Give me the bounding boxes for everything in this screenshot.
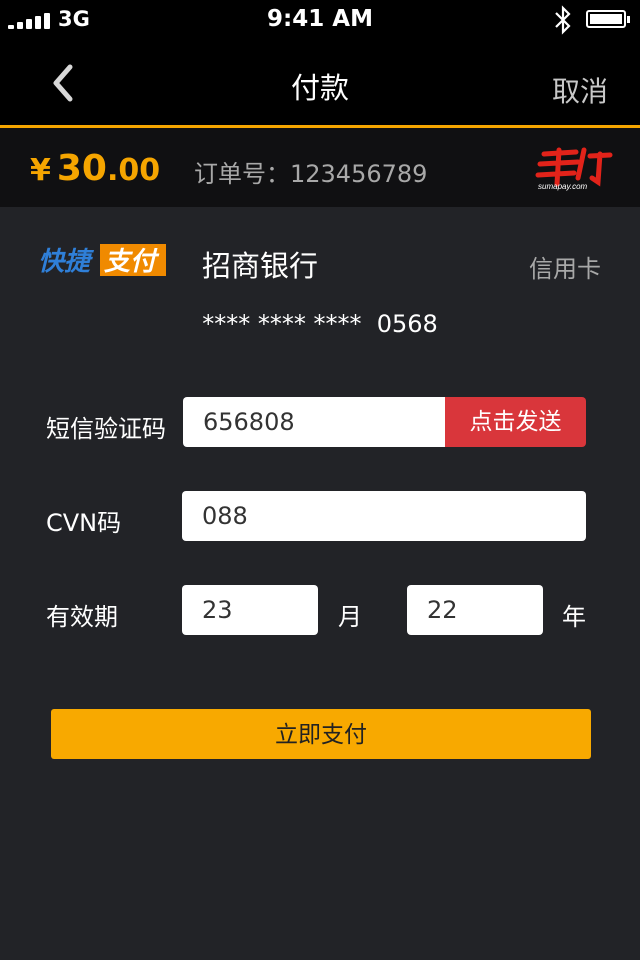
pay-now-button[interactable]: 立即支付 [51, 709, 591, 759]
svg-text:快捷: 快捷 [38, 247, 95, 276]
cvn-input[interactable]: 088 [182, 491, 586, 541]
expiry-year-input[interactable]: 22 [407, 585, 543, 635]
amount-integer: 30 [56, 148, 107, 189]
clock: 9:41 AM [267, 6, 373, 32]
page-title: 付款 [290, 71, 349, 105]
year-unit: 年 [562, 603, 586, 631]
bluetooth-icon [555, 5, 571, 35]
expiry-month-input[interactable]: 23 [182, 585, 318, 635]
order-summary: ¥30.00 订单号：123456789 sumapay.com [0, 128, 640, 207]
order-amount: ¥30.00 [30, 148, 160, 189]
month-unit: 月 [338, 603, 362, 631]
status-bar: 3G 9:41 AM [0, 0, 640, 40]
cvn-label: CVN码 [46, 509, 122, 537]
sumapay-logo: sumapay.com [535, 147, 613, 191]
order-number: 订单号：123456789 [194, 160, 428, 188]
currency-symbol: ¥ [30, 153, 51, 188]
battery-icon [586, 10, 630, 28]
send-code-button[interactable]: 点击发送 [445, 397, 586, 447]
bank-name: 招商银行 [202, 249, 319, 283]
amount-decimal: .00 [106, 153, 161, 188]
quickpay-logo: 快捷 支付 [38, 244, 166, 276]
card-number: **** **** **** 0568 [202, 310, 438, 338]
sms-code-label: 短信验证码 [46, 415, 166, 443]
expiry-label: 有效期 [46, 603, 118, 631]
card-type: 信用卡 [529, 255, 601, 283]
sumapay-logo-text: sumapay.com [538, 182, 588, 191]
svg-text:支付: 支付 [104, 247, 160, 276]
navigation-bar: 付款 取消 [0, 40, 640, 128]
sms-code-input[interactable]: 656808 [183, 397, 451, 447]
cancel-button[interactable]: 取消 [552, 70, 608, 110]
